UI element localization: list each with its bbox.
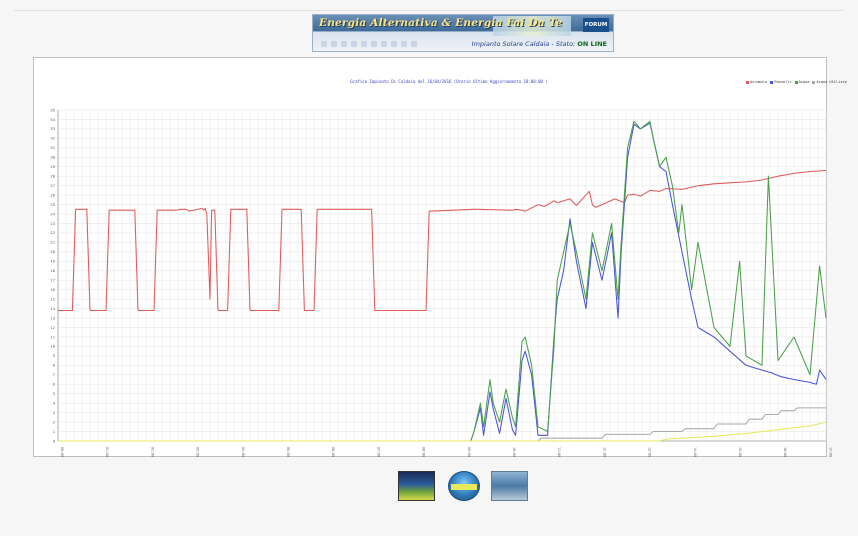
y-tick-label: 26 xyxy=(50,192,55,197)
y-tick-label: 29 xyxy=(50,164,55,169)
y-tick-label: 32 xyxy=(50,136,55,141)
y-tick-label: 13 xyxy=(50,315,55,320)
y-tick-label: 34 xyxy=(50,117,55,122)
y-tick-label: 19 xyxy=(50,259,55,264)
y-tick-label: 33 xyxy=(50,126,55,131)
y-tick-label: 11 xyxy=(50,334,55,339)
y-tick-label: 10 xyxy=(50,344,55,349)
x-tick-label: 08:00 xyxy=(422,447,426,457)
y-tick-label: 2 xyxy=(53,419,55,424)
logo-circle-band xyxy=(451,484,477,490)
y-tick-label: 31 xyxy=(50,145,55,150)
chart-grid xyxy=(57,109,827,442)
chart-axes: 0123456789101112131415161718192021222324… xyxy=(50,107,832,457)
y-tick-label: 28 xyxy=(50,174,55,179)
y-tick-label: 30 xyxy=(50,155,55,160)
y-tick-label: 8 xyxy=(53,363,56,368)
x-tick-label: 02:00 xyxy=(150,447,154,457)
y-tick-label: 12 xyxy=(50,325,55,330)
x-tick-label: 06:00 xyxy=(331,447,335,457)
x-tick-label: 00:00 xyxy=(60,447,64,457)
x-tick-label: 03:00 xyxy=(196,447,200,457)
x-tick-label: 13:00 xyxy=(648,447,652,457)
y-tick-label: 24 xyxy=(50,211,55,216)
y-tick-label: 27 xyxy=(50,183,55,188)
y-tick-label: 35 xyxy=(50,107,55,112)
x-tick-label: 11:00 xyxy=(557,447,561,457)
x-tick-label: 10:00 xyxy=(512,447,516,457)
y-tick-label: 6 xyxy=(53,382,56,387)
x-tick-label: 17:00 xyxy=(828,447,832,457)
y-tick-label: 25 xyxy=(50,202,55,207)
x-tick-label: 14:00 xyxy=(693,447,697,457)
y-tick-label: 7 xyxy=(53,372,55,377)
x-tick-label: 12:00 xyxy=(602,447,606,457)
y-tick-label: 21 xyxy=(50,240,55,245)
x-tick-label: 07:00 xyxy=(376,447,380,457)
y-tick-label: 4 xyxy=(53,400,56,405)
x-tick-label: 16:00 xyxy=(783,447,787,457)
line-chart: 0123456789101112131415161718192021222324… xyxy=(50,107,832,457)
y-tick-label: 9 xyxy=(53,353,56,358)
x-tick-label: 05:00 xyxy=(286,447,290,457)
logo-energia-badge[interactable] xyxy=(398,471,435,501)
y-tick-label: 17 xyxy=(50,278,55,283)
x-tick-label: 01:00 xyxy=(105,447,109,457)
y-tick-label: 0 xyxy=(53,438,56,443)
y-tick-label: 5 xyxy=(53,391,55,396)
y-tick-label: 14 xyxy=(50,306,55,311)
logo-circle-badge[interactable] xyxy=(448,471,480,501)
y-tick-label: 20 xyxy=(50,249,55,254)
x-tick-label: 15:00 xyxy=(738,447,742,457)
logo-fai-da-te-badge[interactable] xyxy=(491,471,528,501)
y-tick-label: 3 xyxy=(53,410,55,415)
x-tick-label: 04:00 xyxy=(241,447,245,457)
y-tick-label: 1 xyxy=(53,429,56,434)
y-tick-label: 23 xyxy=(50,221,55,226)
x-tick-label: 09:00 xyxy=(467,447,471,457)
y-tick-label: 22 xyxy=(50,230,55,235)
footer-logos xyxy=(0,471,858,503)
y-tick-label: 16 xyxy=(50,287,55,292)
y-tick-label: 15 xyxy=(50,296,55,301)
y-tick-label: 18 xyxy=(50,268,55,273)
